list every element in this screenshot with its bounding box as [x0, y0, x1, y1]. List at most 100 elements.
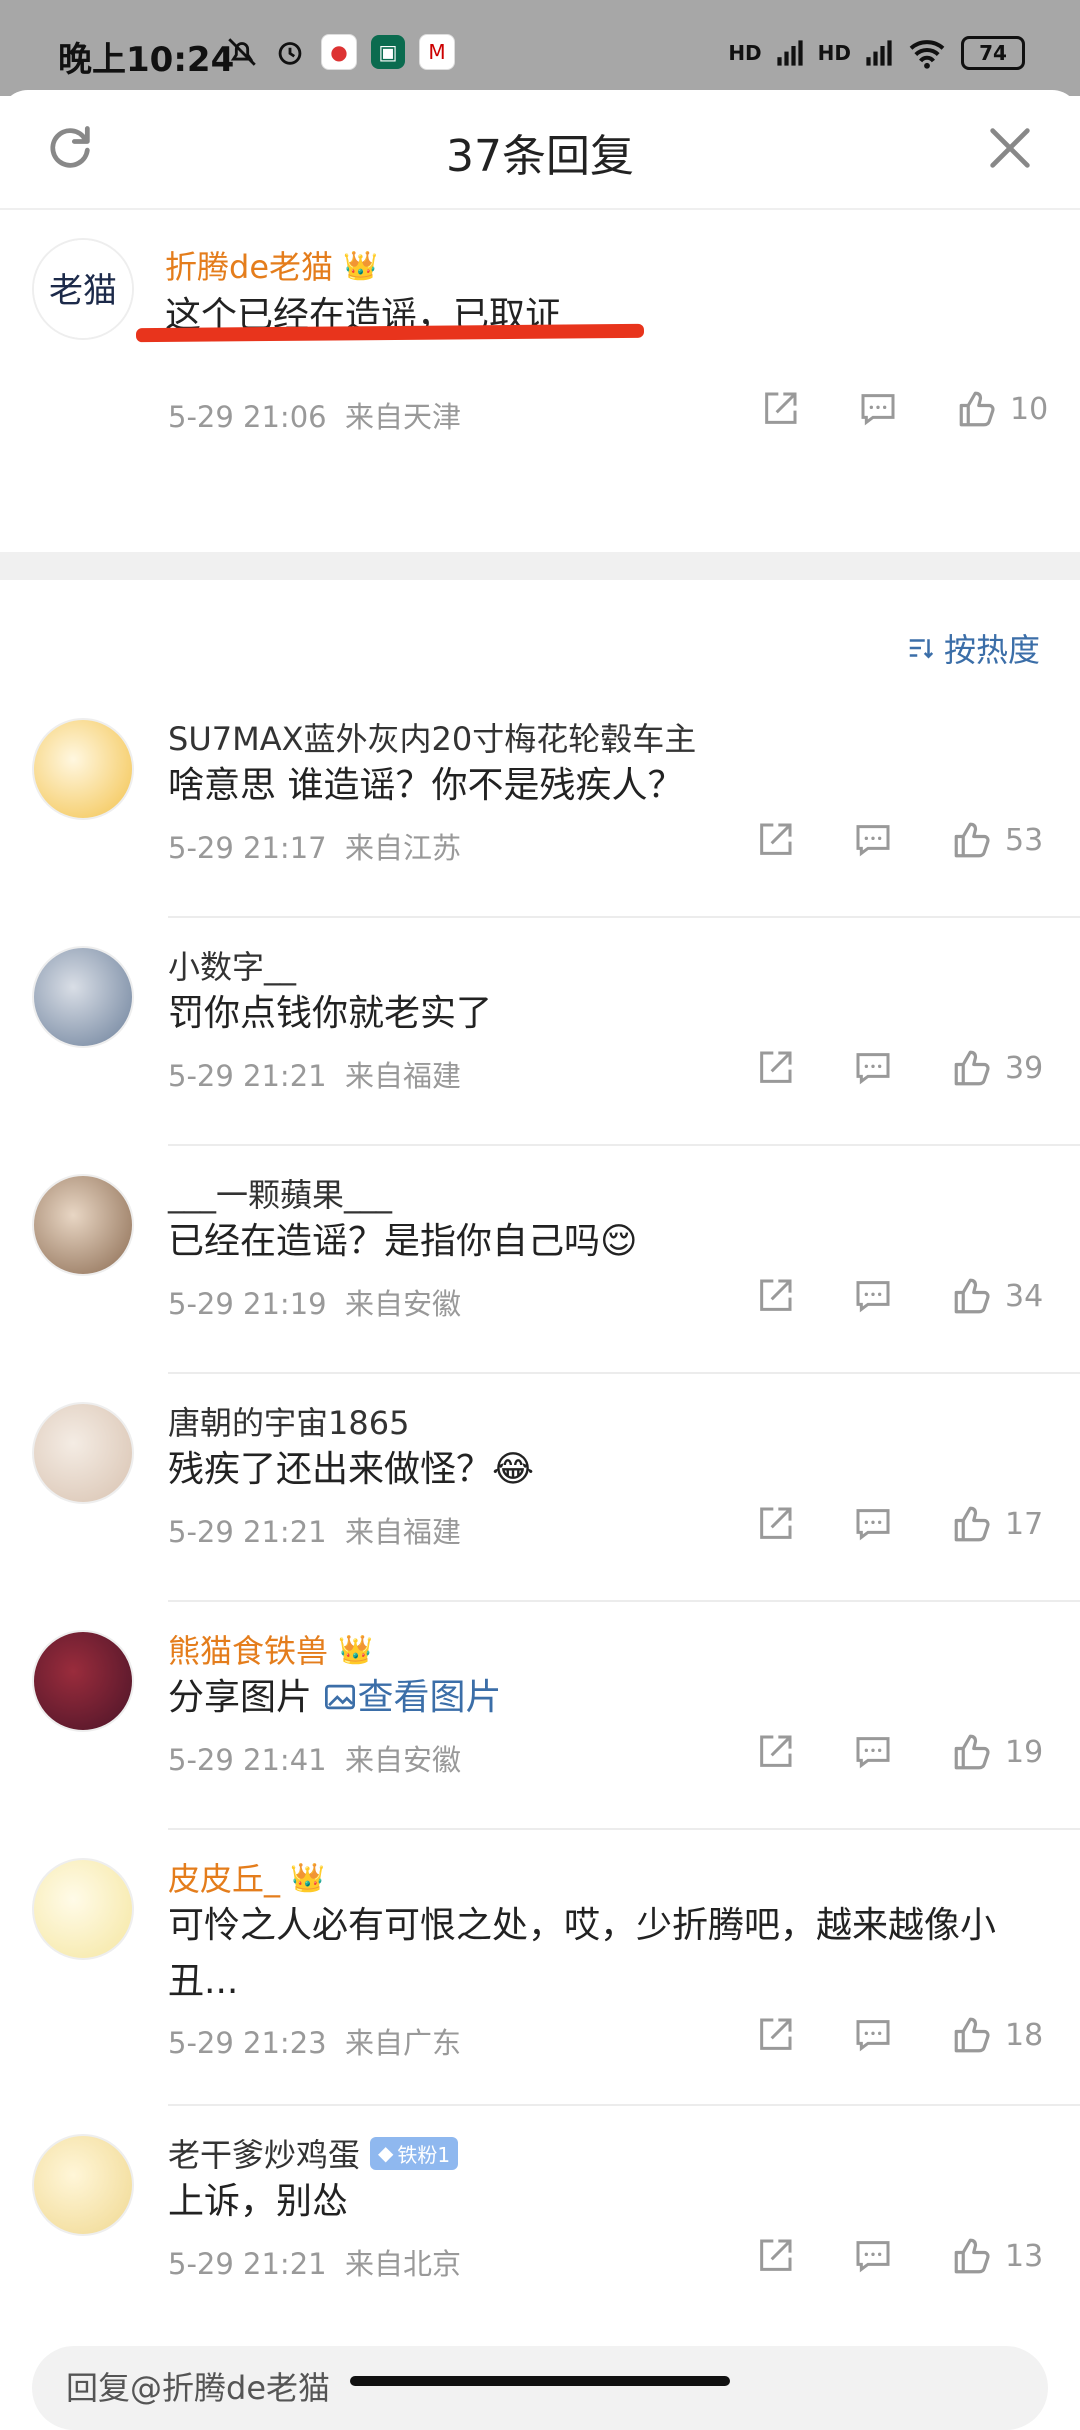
- crown-icon: 👑: [290, 1860, 325, 1894]
- comment-icon[interactable]: [853, 1048, 893, 1088]
- avatar[interactable]: [32, 718, 134, 820]
- mute-icon: [228, 38, 256, 66]
- comment-time: 5-29 21:06: [168, 400, 327, 434]
- crown-icon: 👑: [338, 1632, 373, 1666]
- share-icon[interactable]: [755, 820, 795, 860]
- comment-icon[interactable]: [853, 1732, 893, 1772]
- share-icon[interactable]: [755, 1276, 795, 1316]
- like-count: 34: [1005, 1278, 1044, 1314]
- username-text[interactable]: 唐朝的宇宙1865: [168, 1398, 409, 1444]
- sort-icon: [909, 639, 934, 659]
- comment-icon[interactable]: [853, 820, 893, 860]
- avatar[interactable]: [32, 1630, 134, 1732]
- like-button[interactable]: 18: [951, 2014, 1043, 2056]
- thumbs-up-icon: [959, 391, 995, 427]
- reply-actions: 18: [755, 2014, 1043, 2056]
- username-text[interactable]: 折腾de老猫: [165, 242, 333, 288]
- comment-actions: 10: [760, 388, 1048, 430]
- reply-meta: 5-29 21:23 来自广东: [168, 2020, 461, 2062]
- comment-icon[interactable]: [853, 2236, 893, 2276]
- comment-icon[interactable]: [853, 1276, 893, 1316]
- like-button[interactable]: 17: [951, 1503, 1043, 1545]
- username-text[interactable]: 皮皮丘_: [168, 1854, 280, 1900]
- share-icon[interactable]: [755, 1504, 795, 1544]
- fan-badge: ◆ 铁粉1: [370, 2136, 459, 2170]
- reply-text: 分享图片 查看图片: [168, 1670, 1048, 1726]
- comment-meta: 5-29 21:06 来自天津: [168, 394, 461, 436]
- share-icon[interactable]: [755, 1048, 795, 1088]
- status-bar: 晚上10:24 ● ▣ M HD HD 74: [0, 0, 1080, 96]
- sort-by-hot-button[interactable]: 按热度: [906, 625, 1040, 671]
- like-count: 53: [1005, 822, 1044, 858]
- reply-input[interactable]: 回复@折腾de老猫: [32, 2346, 1048, 2430]
- comment-username[interactable]: 折腾de老猫 👑: [165, 242, 378, 288]
- view-image-label[interactable]: 查看图片: [357, 1677, 501, 1718]
- avatar[interactable]: [32, 1174, 134, 1276]
- reply-item: ___一颗蘋果___ 已经在造谣？是指你自己吗😌 5-29 21:19 来自安徽…: [0, 1146, 1080, 1374]
- alarm-icon: [278, 42, 302, 65]
- comment-icon[interactable]: [853, 2015, 893, 2055]
- like-button[interactable]: 34: [951, 1275, 1043, 1317]
- username-text[interactable]: SU7MAX蓝外灰内20寸梅花轮毂车主: [168, 714, 696, 760]
- status-right-icons: HD HD 74: [728, 36, 1025, 70]
- reply-item: 唐朝的宇宙1865 残疾了还出来做怪？😂 5-29 21:21 来自福建 17: [0, 1374, 1080, 1602]
- reply-username[interactable]: SU7MAX蓝外灰内20寸梅花轮毂车主: [168, 714, 696, 760]
- reply-time: 5-29 21:21: [168, 1515, 327, 1549]
- reply-username[interactable]: 老干爹炒鸡蛋 ◆ 铁粉1: [168, 2130, 459, 2176]
- username-text[interactable]: 熊猫食铁兽: [168, 1626, 328, 1672]
- section-divider: [0, 552, 1080, 580]
- comment-icon[interactable]: [858, 389, 898, 429]
- reply-username[interactable]: 熊猫食铁兽 👑: [168, 1626, 373, 1672]
- reply-username[interactable]: 唐朝的宇宙1865: [168, 1398, 409, 1444]
- share-icon[interactable]: [755, 2015, 795, 2055]
- close-icon[interactable]: [984, 122, 1036, 174]
- signal-icon: HD: [728, 41, 762, 65]
- svg-text:老猫: 老猫: [49, 271, 117, 311]
- status-notification-icons: ● ▣ M: [225, 34, 455, 70]
- like-button[interactable]: 13: [951, 2235, 1043, 2277]
- like-button[interactable]: 39: [951, 1047, 1043, 1089]
- reply-username[interactable]: 小数字__: [168, 942, 296, 988]
- comment-location: 来自天津: [345, 400, 462, 434]
- share-icon[interactable]: [760, 389, 800, 429]
- thumbs-up-icon: [954, 2238, 990, 2274]
- reply-text-content: 已经在造谣？是指你自己吗😌: [168, 1221, 638, 1262]
- username-text[interactable]: 老干爹炒鸡蛋: [168, 2130, 360, 2176]
- original-comment: 老猫 折腾de老猫 👑 这个已经在造谣，已取证 5-29 21:06 来自天津 …: [0, 208, 1080, 548]
- username-text[interactable]: ___一颗蘋果___: [168, 1170, 392, 1216]
- share-icon[interactable]: [755, 1732, 795, 1772]
- avatar[interactable]: [32, 1858, 134, 1960]
- reply-item: 熊猫食铁兽 👑 分享图片 查看图片 5-29 21:41 来自安徽 19: [0, 1602, 1080, 1830]
- avatar[interactable]: [32, 946, 134, 1048]
- like-button[interactable]: 10: [956, 388, 1048, 430]
- reply-username[interactable]: 皮皮丘_ 👑: [168, 1854, 325, 1900]
- reply-time: 5-29 21:21: [168, 2247, 327, 2281]
- avatar[interactable]: [32, 1402, 134, 1504]
- username-text[interactable]: 小数字__: [168, 942, 296, 988]
- comment-icon[interactable]: [853, 1504, 893, 1544]
- reply-text: 上诉，别怂: [168, 2174, 1048, 2230]
- replies-sheet: 37条回复 老猫 折腾de老猫 👑 这个已经在造谣，已取证 5-29 21:06…: [0, 90, 1080, 2430]
- app-notification-icon: ●: [321, 34, 357, 70]
- like-count: 13: [1005, 2238, 1044, 2274]
- share-icon[interactable]: [755, 2236, 795, 2276]
- avatar-logo-icon: 老猫: [34, 240, 132, 338]
- home-indicator[interactable]: [350, 2376, 730, 2386]
- like-button[interactable]: 53: [951, 819, 1043, 861]
- reply-meta: 5-29 21:19 来自安徽: [168, 1281, 461, 1323]
- signal-bars-icon: [777, 40, 803, 66]
- reply-text-content: 啥意思 谁造谣？你不是残疾人？: [168, 765, 684, 806]
- status-time: 晚上10:24: [58, 40, 235, 80]
- avatar[interactable]: [32, 2134, 134, 2236]
- sort-label: 按热度: [943, 631, 1040, 669]
- reply-text: 啥意思 谁造谣？你不是残疾人？: [168, 758, 1048, 814]
- reply-text-content: 可怜之人必有可恨之处，哎，少折腾吧，越来越像小丑...: [168, 1905, 997, 2002]
- reply-text: 已经在造谣？是指你自己吗😌: [168, 1214, 1048, 1270]
- reply-username[interactable]: ___一颗蘋果___: [168, 1170, 392, 1216]
- view-image-link[interactable]: 查看图片: [323, 1677, 501, 1718]
- reply-location: 来自福建: [345, 1515, 462, 1549]
- like-button[interactable]: 19: [951, 1731, 1043, 1773]
- reply-text-content: 残疾了还出来做怪？😂: [168, 1449, 535, 1490]
- reply-text: 罚你点钱你就老实了: [168, 986, 1048, 1042]
- avatar[interactable]: 老猫: [32, 238, 134, 340]
